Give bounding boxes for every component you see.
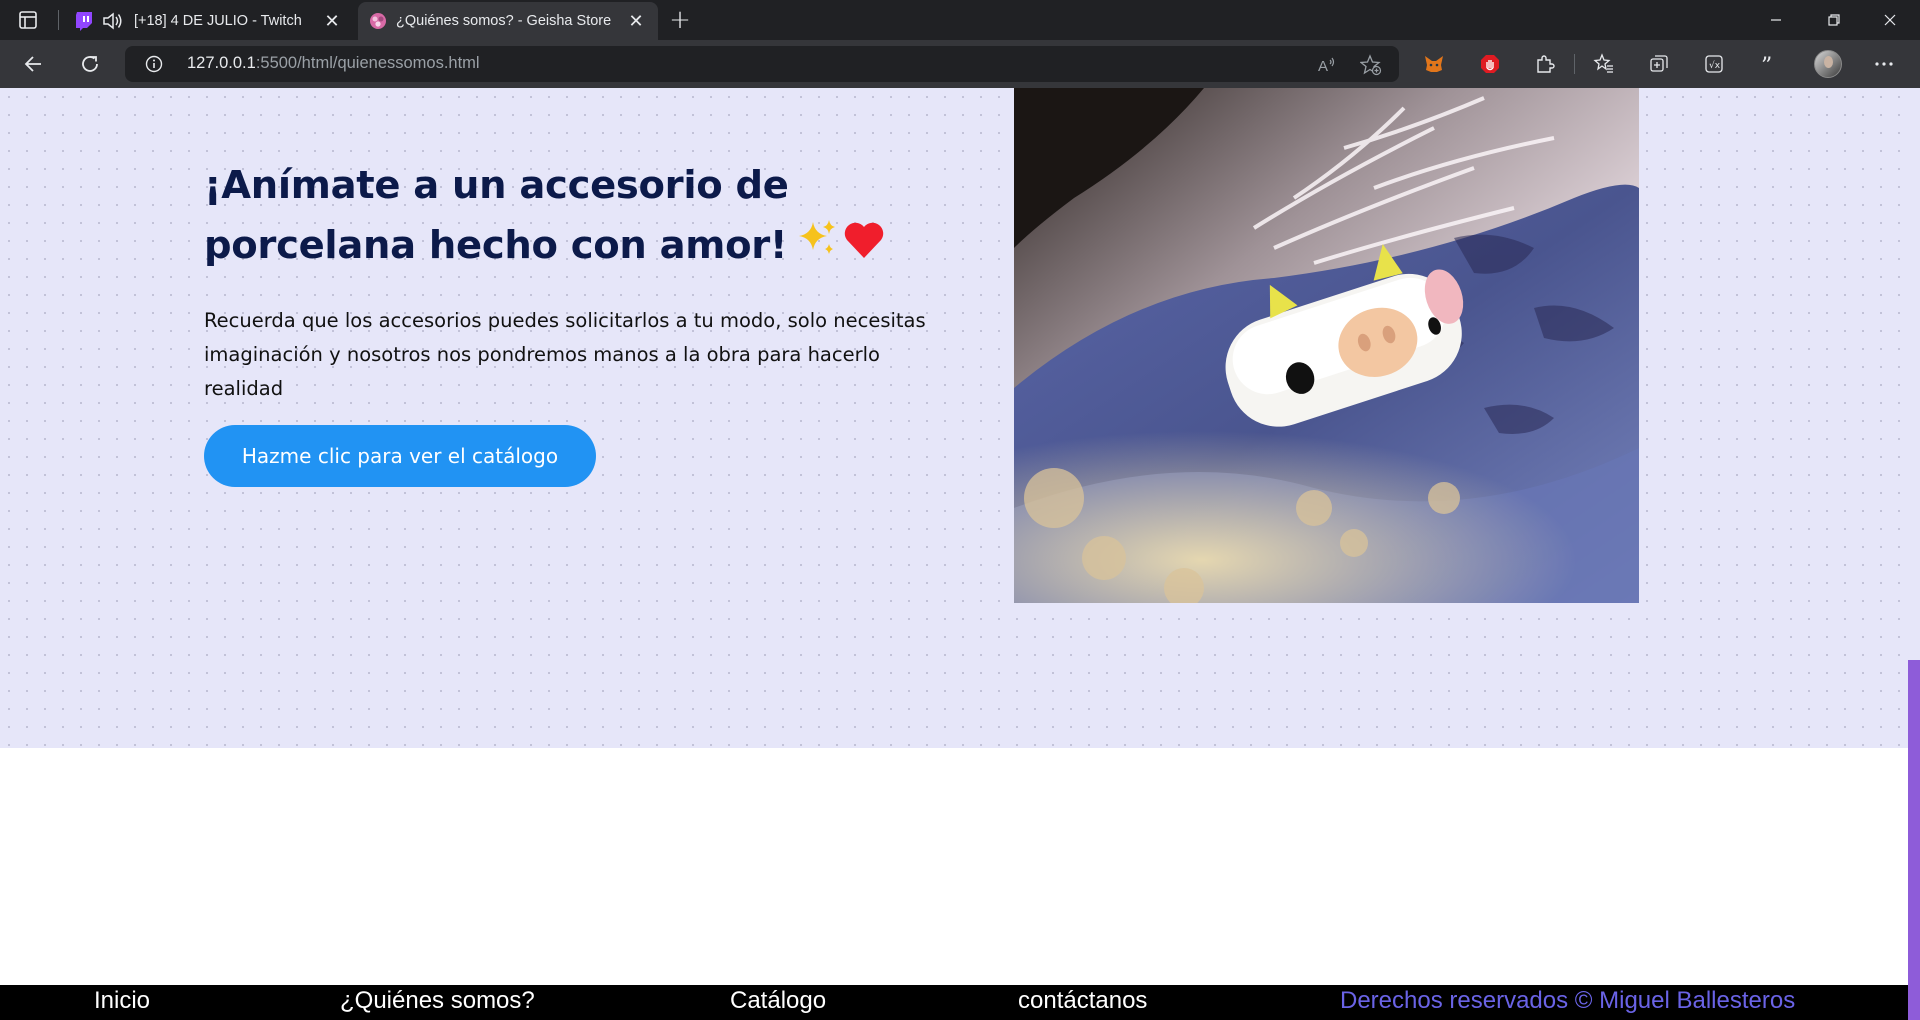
extensions-icon[interactable] — [1532, 52, 1556, 76]
close-window-icon[interactable] — [1862, 0, 1918, 40]
adblock-icon[interactable] — [1478, 52, 1502, 76]
refresh-icon[interactable] — [76, 50, 104, 78]
url-path: :5500/html/quienessomos.html — [255, 54, 480, 72]
back-icon[interactable] — [20, 50, 48, 78]
geisha-store-icon — [368, 11, 388, 31]
minimize-icon[interactable] — [1748, 0, 1804, 40]
profile-avatar[interactable] — [1814, 50, 1842, 78]
hero-title-text: ¡Anímate a un accesorio de porcelana hec… — [204, 163, 789, 268]
tab-twitch[interactable]: [+18] 4 DE JULIO - Twitch ✕ — [64, 2, 354, 40]
sparkles-icon — [797, 218, 839, 278]
math-solver-icon[interactable]: √x — [1702, 52, 1726, 76]
read-aloud-icon[interactable]: A — [1315, 53, 1339, 77]
browser-tab-bar: [+18] 4 DE JULIO - Twitch ✕ ¿Quiénes som… — [0, 0, 1920, 40]
footer-link-catalogo[interactable]: Catálogo — [730, 987, 826, 1015]
scrollbar-thumb[interactable] — [1908, 660, 1920, 1020]
tab-divider — [58, 10, 59, 30]
tab-title: ¿Quiénes somos? - Geisha Store — [396, 13, 612, 29]
address-bar[interactable]: 127.0.0.1:5500/html/quienessomos.html A — [125, 46, 1399, 82]
svg-text:√x: √x — [1709, 60, 1721, 71]
collections-icon[interactable] — [1647, 52, 1671, 76]
footer-link-quienes-somos[interactable]: ¿Quiénes somos? — [340, 987, 535, 1015]
tab-actions-icon[interactable] — [16, 8, 40, 32]
svg-text:”: ” — [1761, 54, 1772, 75]
footer-copyright: Derechos reservados © Miguel Ballesteros — [1340, 987, 1796, 1014]
add-favorite-icon[interactable] — [1359, 53, 1383, 77]
tab-geisha-store[interactable]: ¿Quiénes somos? - Geisha Store ✕ — [358, 2, 658, 40]
citations-icon[interactable]: ” — [1757, 52, 1781, 76]
url-text[interactable]: 127.0.0.1:5500/html/quienessomos.html — [187, 54, 480, 73]
restore-icon[interactable] — [1806, 0, 1862, 40]
close-tab-icon[interactable]: ✕ — [320, 9, 344, 33]
hero-description: Recuerda que los accesorios puedes solic… — [204, 309, 926, 400]
tab-title: [+18] 4 DE JULIO - Twitch — [134, 13, 302, 29]
svg-text:A: A — [1318, 58, 1328, 75]
footer-link-inicio[interactable]: Inicio — [94, 987, 150, 1015]
footer-link-contactanos[interactable]: contáctanos — [1018, 987, 1147, 1015]
metamask-icon[interactable] — [1422, 52, 1446, 76]
new-tab-icon[interactable]: + — [666, 5, 694, 35]
more-menu-icon[interactable] — [1872, 52, 1896, 76]
twitch-icon — [74, 11, 94, 31]
site-footer: Inicio ¿Quiénes somos? Catálogo contácta… — [0, 985, 1908, 1020]
site-info-icon[interactable] — [145, 55, 163, 73]
speaker-icon[interactable] — [102, 11, 124, 31]
toolbar-separator — [1574, 54, 1575, 74]
favorites-icon[interactable] — [1592, 52, 1616, 76]
page-viewport: ¡Anímate a un accesorio de porcelana hec… — [0, 88, 1908, 1020]
hero-title: ¡Anímate a un accesorio de porcelana hec… — [204, 156, 984, 278]
product-photo — [1014, 88, 1639, 603]
heart-icon — [843, 218, 885, 278]
close-tab-icon[interactable]: ✕ — [624, 9, 648, 33]
scrollbar-track[interactable] — [1908, 88, 1920, 660]
url-host: 127.0.0.1 — [187, 54, 256, 72]
browser-toolbar: 127.0.0.1:5500/html/quienessomos.html A … — [0, 40, 1920, 88]
hero-section: ¡Anímate a un accesorio de porcelana hec… — [0, 88, 1908, 748]
view-catalog-button[interactable]: Hazme clic para ver el catálogo — [204, 425, 596, 487]
